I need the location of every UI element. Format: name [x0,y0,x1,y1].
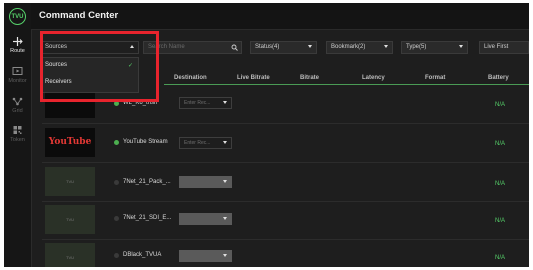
thumbnail-logo-text: TVU [66,179,74,184]
status-dot [114,180,119,185]
battery-value: N/A [495,102,506,108]
bookmarks-filter[interactable]: Bookmark(2) [326,41,393,54]
bookmarks-filter-label: Bookmark(2) [331,44,366,50]
source-name: WL_K6_trish [123,100,158,106]
sources-select-label: Sources [45,44,68,50]
rail-item-grid[interactable]: Grid [4,96,31,114]
source-thumbnail [45,89,95,118]
status-filter[interactable]: Status(4) [250,41,317,54]
destination-placeholder: Enter Rec... [184,100,211,106]
rail-item-token[interactable]: Token [4,125,31,143]
chevron-down-icon [459,45,463,48]
battery-value: N/A [495,255,506,261]
command-center-app: TVU Route Monitor Grid Token Command Cen… [4,3,529,267]
type-filter[interactable]: Type(5) [401,41,468,54]
header-divider [164,84,529,85]
youtube-thumbnail: YouTube [45,128,95,157]
source-name: DBlack_TVUA [123,252,162,258]
rail-item-monitor[interactable]: Monitor [4,66,31,84]
dropdown-option-sources[interactable]: Sources [45,62,67,68]
route-icon [13,37,23,46]
header-destination: Destination [174,75,207,81]
dropdown-option-receivers[interactable]: Receivers [45,79,72,85]
battery-value: N/A [495,218,506,224]
destination-select[interactable] [179,250,232,262]
page-title: Command Center [39,10,119,21]
battery-value: N/A [495,141,506,147]
sources-dropdown-menu: Sources ✓ Receivers [40,57,139,93]
sort-filter[interactable]: Live First [479,41,529,54]
destination-select[interactable] [179,213,232,225]
chevron-down-icon [223,180,227,183]
header-live-bitrate: Live Bitrate [237,75,270,81]
destination-select[interactable]: Enter Rec... [179,97,232,109]
destination-select[interactable] [179,176,232,188]
chevron-down-icon [223,217,227,220]
tvu-logo: TVU [9,8,26,25]
checkmark-icon: ✓ [127,63,133,69]
status-dot [114,101,119,106]
thumbnail-logo-text: TVU [66,217,74,222]
status-dot [114,253,119,258]
rail-label-token: Token [10,137,25,143]
left-rail: TVU Route Monitor Grid Token [4,3,32,267]
header-format: Format [425,75,446,81]
source-name: YouTube Stream [123,139,168,145]
title-bar: Command Center [31,3,529,30]
source-thumbnail: TVU [45,167,95,196]
rail-label-route: Route [10,48,25,54]
chevron-down-icon [384,45,388,48]
table-row[interactable]: TVU 7Net_21_SDI_E... N/A [42,202,529,238]
qr-token-icon [13,126,22,134]
status-filter-label: Status(4) [255,44,280,50]
destination-select[interactable]: Enter Rec... [179,137,232,149]
sort-filter-label: Live First [484,44,509,50]
sources-select[interactable]: Sources [40,41,139,54]
battery-value: N/A [495,181,506,187]
rail-label-grid: Grid [12,108,23,114]
header-bitrate: Bitrate [300,75,320,81]
chevron-down-icon [223,254,227,257]
search-input[interactable]: Search Name [143,41,242,54]
rail-item-route[interactable]: Route [4,36,31,54]
header-battery: Battery [488,75,509,81]
table-row[interactable]: TVU DBlack_TVUA N/A [42,240,529,267]
type-filter-label: Type(5) [406,44,427,50]
source-name: 7Net_21_SDI_E... [123,215,172,221]
table-row[interactable]: YouTube YouTube Stream Enter Rec... N/A [42,124,529,160]
header-latency: Latency [362,75,385,81]
chevron-down-icon [308,45,312,48]
table-row[interactable]: TVU 7Net_21_Pack_... N/A [42,163,529,199]
chevron-down-icon [223,101,227,104]
source-thumbnail: TVU [45,243,95,267]
search-placeholder: Search Name [148,44,185,50]
monitor-icon [12,67,23,75]
youtube-logo-text: YouTube [48,137,92,147]
status-dot [114,216,119,221]
search-icon[interactable] [231,44,238,51]
thumbnail-logo-text: TVU [66,255,74,260]
status-dot [114,140,119,145]
source-thumbnail: TVU [45,205,95,234]
source-name: 7Net_21_Pack_... [123,179,171,185]
grid-network-icon [12,97,23,106]
rail-label-monitor: Monitor [8,78,27,84]
chevron-up-icon [130,45,134,48]
chevron-down-icon [223,141,227,144]
destination-placeholder: Enter Rec... [184,140,211,146]
